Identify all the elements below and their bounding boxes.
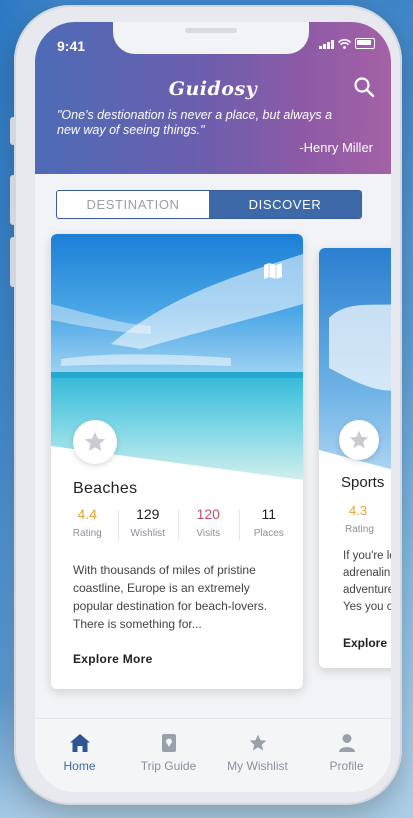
volume-up-button bbox=[10, 175, 16, 225]
card-title: Sports bbox=[341, 474, 385, 491]
description-line: adventure, bbox=[343, 584, 391, 596]
stat-label: Rating bbox=[72, 528, 102, 539]
explore-more-link[interactable]: Explore More bbox=[73, 652, 153, 666]
star-icon bbox=[249, 734, 266, 751]
status-time: 9:41 bbox=[57, 38, 86, 54]
explore-more-link[interactable]: Explore M bbox=[343, 636, 391, 650]
wifi-icon bbox=[338, 38, 351, 49]
stat-value: 4.3 bbox=[349, 503, 368, 518]
tab-trip-guide[interactable]: Trip Guide bbox=[124, 719, 213, 792]
stat-label: Places bbox=[253, 528, 284, 539]
card-description: With thousands of miles of pristine coas… bbox=[73, 563, 268, 631]
card-stats: 4.4 Rating 129 Wishlist 120 Visits 11 Pl… bbox=[57, 502, 299, 552]
stat-value: 11 bbox=[261, 506, 277, 522]
stat-rating: 4.4 Rating bbox=[57, 502, 118, 552]
description-line: adrenalin p bbox=[343, 567, 391, 579]
app-logo: Guidosy bbox=[168, 78, 258, 100]
card-title: Beaches bbox=[73, 480, 138, 497]
search-icon[interactable] bbox=[353, 76, 375, 98]
tab-label: Profile bbox=[329, 759, 364, 773]
star-icon bbox=[349, 430, 369, 449]
bottom-tab-bar: Home Trip Guide My Wishlist Profile bbox=[35, 718, 391, 792]
profile-icon bbox=[338, 734, 355, 752]
stat-wishlist: 129 Wishlist bbox=[117, 502, 179, 552]
stat-value: 120 bbox=[196, 506, 220, 522]
stat-label: Visits bbox=[196, 528, 221, 539]
tab-label: My Wishlist bbox=[227, 759, 288, 773]
signal-icon bbox=[319, 39, 334, 49]
stat-value: 129 bbox=[136, 506, 160, 522]
tab-discover[interactable]: DISCOVER bbox=[209, 191, 361, 218]
stat-label: Rating bbox=[345, 524, 374, 535]
stat-visits: 120 Visits bbox=[178, 502, 239, 552]
favorite-button[interactable] bbox=[339, 420, 379, 460]
app-screen: 9:41 Guidosy "One's destionation is neve… bbox=[35, 22, 391, 792]
stat-label: Wishlist bbox=[130, 528, 165, 539]
tab-profile[interactable]: Profile bbox=[302, 719, 391, 792]
description-line: Yes you ca bbox=[343, 601, 391, 613]
header-quote: "One's destionation is never a place, bu… bbox=[57, 108, 333, 137]
segment-toggle: DESTINATION DISCOVER bbox=[56, 190, 362, 219]
battery-icon bbox=[355, 38, 375, 49]
volume-down-button bbox=[10, 237, 16, 287]
home-icon bbox=[69, 734, 90, 752]
category-card-sports[interactable]: Sports 4.3 Rating If you're lo adrenalin… bbox=[319, 248, 391, 668]
star-icon bbox=[85, 432, 105, 451]
stat-value: 4.4 bbox=[77, 506, 97, 522]
favorite-button[interactable] bbox=[73, 420, 117, 464]
trip-guide-icon bbox=[161, 734, 176, 752]
tab-home[interactable]: Home bbox=[35, 719, 124, 792]
description-line: If you're lo bbox=[343, 550, 391, 562]
tab-label: Home bbox=[63, 759, 96, 773]
card-description: If you're lo adrenalin p adventure, Yes … bbox=[343, 548, 391, 616]
mute-button bbox=[10, 117, 16, 145]
category-card-beaches[interactable]: Beaches 4.4 Rating 129 Wishlist 120 Visi… bbox=[51, 234, 303, 689]
tab-my-wishlist[interactable]: My Wishlist bbox=[213, 719, 302, 792]
phone-notch bbox=[113, 22, 309, 54]
quote-author: -Henry Miller bbox=[299, 140, 373, 155]
map-icon[interactable] bbox=[263, 262, 283, 280]
tab-label: Trip Guide bbox=[140, 759, 197, 773]
stat-places: 11 Places bbox=[238, 502, 300, 552]
status-icons bbox=[319, 38, 375, 49]
tab-destination[interactable]: DESTINATION bbox=[57, 191, 209, 218]
